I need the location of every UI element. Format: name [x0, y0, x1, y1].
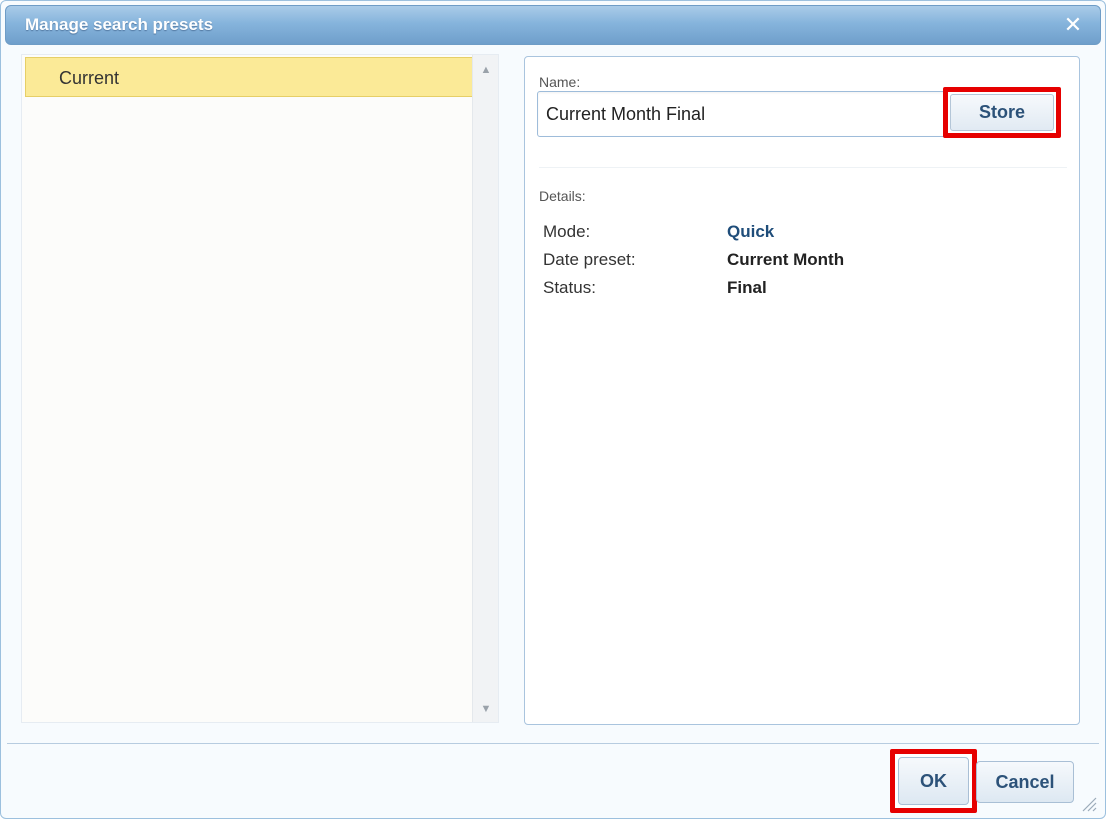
detail-value-date-preset: Current Month: [727, 250, 845, 269]
details-label: Details:: [539, 188, 586, 204]
scroll-down-icon[interactable]: ▼: [473, 698, 499, 720]
footer-divider: [7, 743, 1099, 744]
dialog-titlebar[interactable]: Manage search presets ✕: [5, 5, 1101, 45]
ok-button-label: OK: [898, 757, 969, 805]
store-button-label: Store: [950, 94, 1054, 131]
list-item[interactable]: Current: [25, 57, 473, 97]
detail-key-date-preset: Date preset:: [543, 250, 636, 269]
detail-value-status: Final: [727, 278, 767, 297]
cancel-button[interactable]: Cancel: [976, 761, 1074, 803]
preset-detail-panel: Name: Store Details: Mode: Quick Date pr…: [524, 56, 1080, 725]
detail-key-mode: Mode:: [543, 222, 591, 241]
dialog-title: Manage search presets: [25, 15, 214, 34]
presets-list: Current ▲ ▼: [21, 54, 499, 723]
list-item-label: Current: [59, 68, 120, 88]
ok-button[interactable]: OK: [890, 749, 977, 813]
list-scrollbar[interactable]: ▲ ▼: [472, 55, 498, 722]
manage-presets-dialog: Manage search presets ✕ Current ▲ ▼ Name…: [0, 0, 1106, 819]
store-button[interactable]: Store: [943, 87, 1061, 138]
close-icon[interactable]: ✕: [1062, 14, 1084, 36]
detail-value-mode: Quick: [727, 222, 775, 241]
resize-handle-icon[interactable]: [1079, 794, 1097, 812]
name-label: Name:: [539, 74, 581, 90]
detail-key-status: Status:: [543, 278, 596, 297]
scroll-up-icon[interactable]: ▲: [473, 59, 499, 81]
divider: [539, 167, 1067, 168]
